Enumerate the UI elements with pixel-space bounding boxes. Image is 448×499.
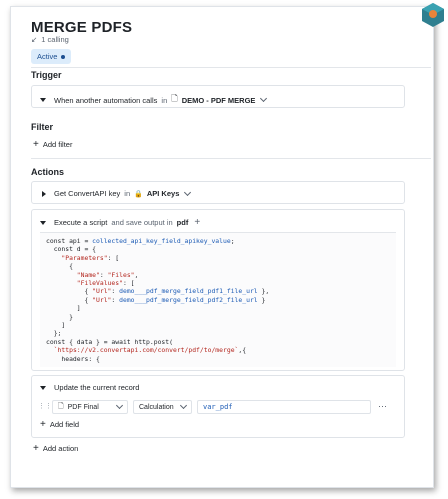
code-line: ] [46,321,66,330]
field-select[interactable]: 🗋 PDF Final [52,400,128,414]
code-line: "FileValues": [ [76,279,135,288]
drag-handle-icon[interactable]: ⋮⋮ [38,402,52,410]
chevron-down-icon [179,401,188,410]
automation-panel: MERGE PDFS ↙ 1 calling Active Trigger Wh… [10,6,434,488]
add-output-plus-icon[interactable]: + [194,217,200,228]
action-card-get-key[interactable]: Get ConvertAPI key in 🔒 API Keys [31,181,405,204]
page-title: MERGE PDFS [31,19,133,36]
status-dot-icon [61,54,66,59]
plus-icon: + [33,138,39,150]
mode-select[interactable]: Calculation [133,400,192,414]
status-badge[interactable]: Active [31,49,72,64]
collapse-caret-icon[interactable] [40,98,46,102]
script-editor[interactable]: const api = collected_api_key_field_apik… [40,232,396,367]
add-action-button[interactable]: + Add action [33,442,78,454]
code-line: ] [46,304,81,313]
code-line: { [46,262,73,271]
trigger-description: When another automation calls [54,95,158,105]
code-line: { "Url": demo___pdf_merge_field_pdf2_fil… [46,295,266,304]
code-line: const api = collected_api_key_field_apik… [46,237,235,245]
api-keys-select[interactable]: API Keys [147,189,180,198]
filter-heading: Filter [31,122,54,132]
chevron-down-icon[interactable] [184,188,192,196]
trigger-table-select[interactable]: DEMO - PDF MERGE [182,96,256,105]
value-input[interactable]: var_pdf [197,400,371,414]
code-line: const d = { [46,245,97,254]
action-card-script[interactable]: Execute a script and save output in pdf … [31,209,405,371]
collapse-caret-icon[interactable] [40,220,46,225]
divider [31,67,431,68]
actions-heading: Actions [31,167,65,177]
call-arrow-icon: ↙ [31,35,38,44]
add-field-button[interactable]: + Add field [40,418,79,430]
more-options-icon[interactable]: ⋯ [378,401,387,412]
code-line: }; [46,329,62,338]
calling-count[interactable]: ↙ 1 calling [31,35,69,44]
plus-icon: + [40,418,46,430]
add-filter-button[interactable]: + Add filter [33,138,72,150]
app-badge-icon [422,3,444,27]
code-line: const { data } = await http.post( [46,337,173,346]
chevron-down-icon [115,401,124,410]
plus-icon: + [33,442,39,454]
expand-caret-icon[interactable] [42,190,46,197]
chevron-down-icon[interactable] [260,94,268,103]
code-line: "Name": "Files", [76,270,139,279]
code-line: headers: { [46,354,100,363]
divider [31,158,431,159]
code-line: "Parameters": [ [61,253,120,262]
collapse-caret-icon[interactable] [40,385,46,390]
action-card-update-record[interactable]: Update the current record ⋮⋮ 🗋 PDF Final… [31,375,405,438]
code-line: } [46,312,73,321]
document-icon: 🗋 [58,402,64,410]
code-line: { "Url": demo___pdf_merge_field_pdf1_fil… [46,287,270,296]
lock-icon: 🔒 [134,190,143,198]
output-variable: pdf [176,218,189,227]
trigger-heading: Trigger [31,70,62,80]
trigger-card[interactable]: When another automation calls in 🗋 DEMO … [31,85,405,108]
code-line: `https://v2.convertapi.com/convert/pdf/t… [53,346,247,355]
document-icon: 🗋 [171,94,178,103]
